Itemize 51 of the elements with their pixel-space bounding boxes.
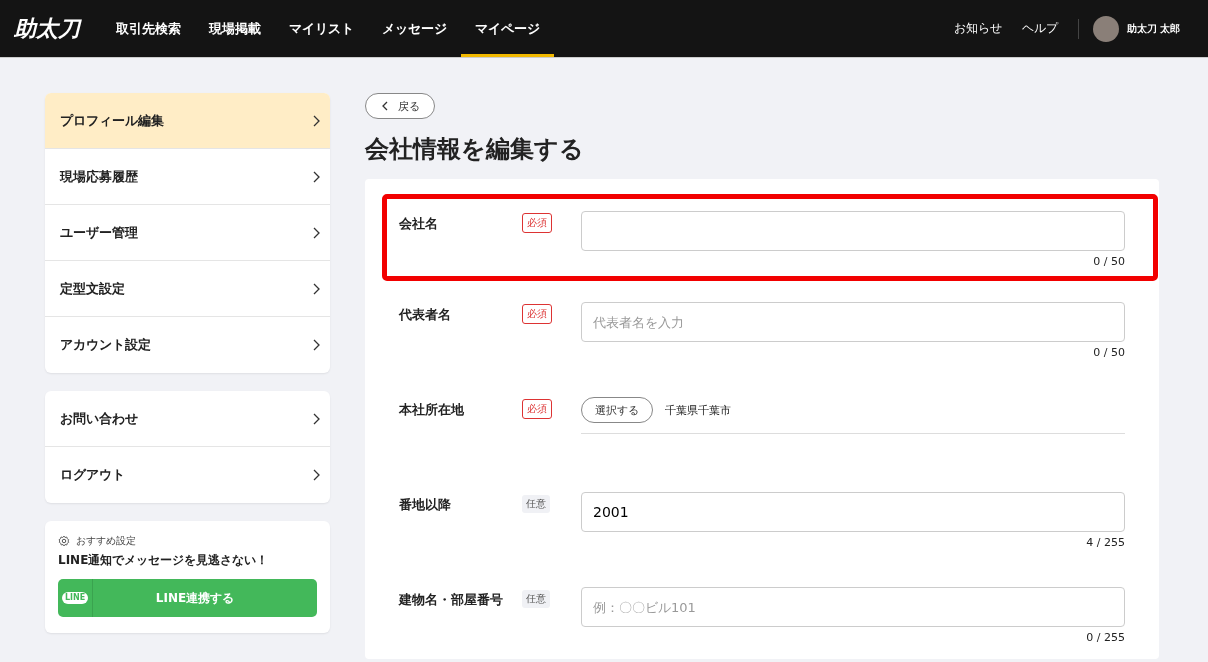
nav-tab[interactable]: マイリスト <box>275 0 368 57</box>
chevron-right-icon <box>313 114 320 127</box>
required-tag: 必須 <box>522 213 552 233</box>
text-field[interactable]: 2001 <box>581 492 1125 532</box>
chat-bubble-icon: LINE <box>61 592 89 604</box>
chevron-right-icon <box>313 339 320 351</box>
nav-tab[interactable]: マイページ <box>461 0 554 57</box>
field-label: 本社所在地 <box>399 401 465 419</box>
nav-tab[interactable]: 現場掲載 <box>195 0 275 57</box>
avatar[interactable] <box>1092 15 1119 42</box>
field-label: 会社名 <box>399 215 439 233</box>
logo[interactable]: 助太刀 <box>14 13 80 44</box>
chevron-right-icon <box>313 170 320 183</box>
required-tag: 任意 <box>522 495 550 513</box>
character-counter: 0 / 50 <box>1093 346 1125 359</box>
promo-caption: おすすめ設定 <box>76 534 136 548</box>
required-tag: 必須 <box>522 399 552 419</box>
text-field[interactable]: 例：〇〇ビル101 <box>581 587 1125 627</box>
chevron-right-icon <box>313 412 320 425</box>
chevron-left-icon <box>382 101 388 111</box>
selected-location: 千葉県千葉市 <box>665 402 731 418</box>
menu-item[interactable]: 定型文設定 <box>45 261 330 317</box>
character-counter: 0 / 50 <box>1093 255 1125 268</box>
character-counter: 0 / 255 <box>1086 631 1125 644</box>
settings-icon <box>58 535 70 547</box>
menu-item[interactable]: プロフィール編集 <box>45 93 330 149</box>
header-link[interactable]: ヘルプ <box>1021 20 1058 37</box>
user-name[interactable]: 助太刀 太郎 <box>1126 21 1180 36</box>
text-field[interactable]: 代表者名を入力 <box>581 302 1125 342</box>
nav-tab[interactable]: メッセージ <box>368 0 461 57</box>
field-label: 番地以降 <box>399 496 452 514</box>
promo-message: LINE通知でメッセージを見逃さない！ <box>58 552 270 569</box>
chevron-right-icon <box>313 469 320 481</box>
select-button[interactable]: 選択する <box>581 397 653 423</box>
menu-item[interactable]: ログアウト <box>45 447 330 503</box>
field-label: 代表者名 <box>399 306 452 324</box>
menu-item[interactable]: お問い合わせ <box>45 391 330 447</box>
chevron-right-icon <box>313 226 320 239</box>
text-field[interactable] <box>581 211 1125 251</box>
chevron-right-icon <box>313 282 320 295</box>
header-link[interactable]: お知らせ <box>953 20 1002 37</box>
required-tag: 必須 <box>522 304 552 324</box>
menu-item[interactable]: ユーザー管理 <box>45 205 330 261</box>
menu-item[interactable]: アカウント設定 <box>45 317 330 373</box>
page-title: 会社情報を編集する <box>365 134 585 165</box>
field-label: 建物名・部屋番号 <box>399 591 504 609</box>
character-counter: 4 / 255 <box>1086 536 1125 549</box>
menu-item[interactable]: 現場応募履歴 <box>45 149 330 205</box>
nav-tab[interactable]: 取引先検索 <box>102 0 195 57</box>
back-button[interactable]: 戻る <box>365 93 435 119</box>
required-tag: 任意 <box>522 590 550 608</box>
